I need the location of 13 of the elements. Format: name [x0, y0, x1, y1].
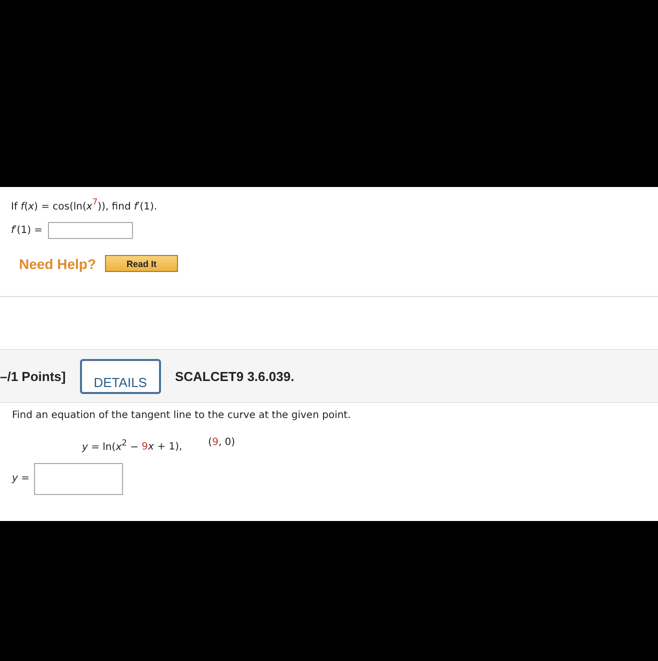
details-button[interactable]: DETAILS	[80, 358, 161, 394]
equation: y = ln(x$^{2}$ − 9x + 1),	[82, 437, 182, 453]
answer-field[interactable]	[48, 222, 133, 240]
problem-code: SCALCET9 3.6.039.	[174, 368, 294, 384]
answer-field[interactable]	[34, 462, 124, 495]
points-label: –/1 Points]	[0, 368, 66, 384]
question-prompt: If f(x) = cos(ln(x$^{7}$)), find f′(1).	[11, 196, 158, 214]
answer-label: y =	[12, 473, 30, 484]
answer-label: f′(1) =	[11, 225, 43, 236]
need-help-label: Need Help?	[19, 256, 96, 272]
given-point: (9, 0)	[208, 437, 236, 450]
read-it-button[interactable]: Read It	[105, 255, 178, 272]
question-prompt: Find an equation of the tangent line to the curve at the given point.	[12, 409, 352, 424]
